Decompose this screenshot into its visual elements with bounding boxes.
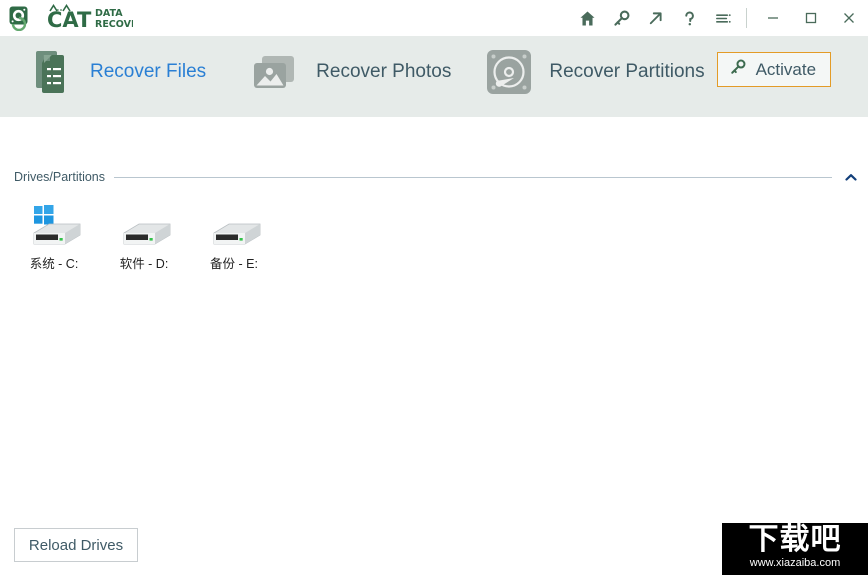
drive-item[interactable]: 备份 - E: <box>189 202 279 272</box>
maximize-button[interactable] <box>792 1 830 35</box>
content-area: Drives/Partitions 系统 - C: 软件 - D: 备份 - E… <box>0 121 868 575</box>
watermark-logo-text: 下载吧 <box>748 523 842 557</box>
title-bar-actions <box>570 0 868 36</box>
arrow-up-right-icon[interactable] <box>638 1 672 35</box>
chevron-up-icon[interactable] <box>844 171 858 183</box>
tab-recover-files[interactable]: Recover Files <box>24 36 206 108</box>
drives-list: 系统 - C: 软件 - D: 备份 - E: <box>0 202 868 272</box>
app-logo: CAT DATA RECOVERY <box>0 0 151 36</box>
title-bar: CAT DATA RECOVERY <box>0 0 868 36</box>
key-icon <box>729 58 747 81</box>
brand-wordmark: CAT DATA RECOVERY <box>37 2 151 35</box>
svg-text:DATA: DATA <box>95 8 123 19</box>
svg-text:CAT: CAT <box>47 8 92 30</box>
drive-label: 软件 - D: <box>119 257 169 271</box>
activate-button-label: Activate <box>755 59 817 79</box>
activate-button[interactable]: Activate <box>716 52 832 87</box>
drive-item[interactable]: 软件 - D: <box>99 202 189 272</box>
photos-icon <box>248 46 304 98</box>
section-divider-line <box>114 176 832 178</box>
drives-section-title: Drives/Partitions <box>14 170 105 184</box>
title-bar-divider <box>746 8 747 28</box>
drive-label: 备份 - E: <box>210 257 258 271</box>
watermark-url: www.xiazaiba.com <box>749 557 841 569</box>
cat-disk-logo-icon <box>8 5 34 32</box>
tab-recover-partitions[interactable]: Recover Partitions <box>481 36 705 108</box>
menu-list-icon[interactable] <box>706 1 740 35</box>
home-icon[interactable] <box>570 1 604 35</box>
documents-icon <box>24 46 72 98</box>
site-watermark: 下载吧 www.xiazaiba.com <box>722 523 868 575</box>
tab-label-recover-partitions: Recover Partitions <box>549 61 705 82</box>
drive-item[interactable]: 系统 - C: <box>9 202 99 272</box>
close-button[interactable] <box>830 1 868 35</box>
main-tab-bar: Recover Files Recover Photos Recover Par… <box>0 36 868 157</box>
minimize-button[interactable] <box>754 1 792 35</box>
tab-recover-photos[interactable]: Recover Photos <box>248 36 451 108</box>
drive-icon <box>203 202 265 250</box>
drive-icon <box>23 202 85 250</box>
hard-disk-icon <box>481 45 537 99</box>
question-mark-icon[interactable] <box>672 1 706 35</box>
drives-section-header: Drives/Partitions <box>0 169 868 185</box>
tab-label-recover-files: Recover Files <box>90 61 207 82</box>
key-icon[interactable] <box>604 1 638 35</box>
windows-logo <box>34 205 54 225</box>
drive-icon <box>113 202 175 250</box>
reload-drives-button[interactable]: Reload Drives <box>14 528 138 562</box>
tab-label-recover-photos: Recover Photos <box>316 61 452 82</box>
drive-label: 系统 - C: <box>29 257 79 271</box>
svg-text:RECOVERY: RECOVERY <box>95 19 133 30</box>
